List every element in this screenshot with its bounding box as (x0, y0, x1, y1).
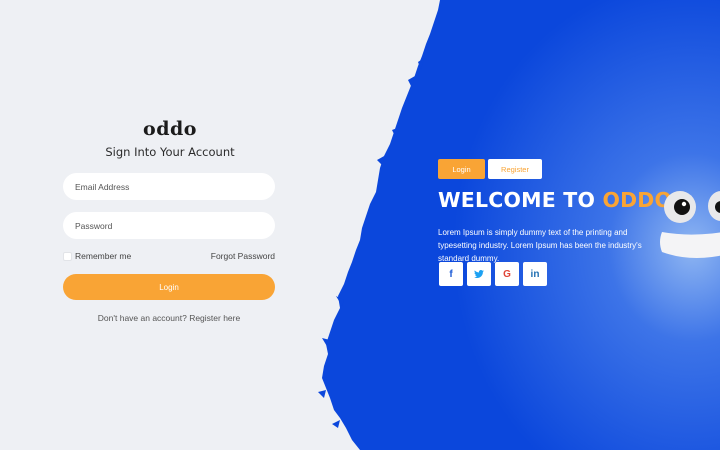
remember-me-checkbox[interactable]: Remember me (63, 251, 131, 261)
forgot-password-link[interactable]: Forgot Password (200, 251, 275, 261)
mascot-illustration (660, 191, 720, 258)
facebook-button[interactable]: f (439, 262, 463, 286)
google-button[interactable]: G (495, 262, 519, 286)
linkedin-button[interactable]: in (523, 262, 547, 286)
hero-title: WELCOME TO ODDO (438, 188, 672, 212)
password-field[interactable] (63, 212, 275, 239)
linkedin-icon: in (530, 268, 540, 280)
email-field[interactable] (63, 173, 275, 200)
google-icon: G (503, 268, 511, 280)
brand-logo: oddo (143, 118, 197, 140)
remember-me-label: Remember me (75, 251, 132, 261)
twitter-icon (474, 269, 484, 278)
facebook-icon: f (449, 268, 453, 280)
hero-description: Lorem Ipsum is simply dummy text of the … (438, 228, 642, 263)
hero-title-prefix: WELCOME TO (438, 188, 603, 212)
login-button[interactable]: Login (63, 274, 275, 300)
page-subtitle: Sign Into Your Account (105, 145, 235, 159)
checkbox-box[interactable] (63, 251, 72, 261)
register-link[interactable]: Don't have an account? Register here (63, 313, 275, 323)
tab-login[interactable]: Login (438, 159, 485, 179)
twitter-button[interactable] (467, 262, 491, 286)
tab-register[interactable]: Register (488, 159, 542, 179)
